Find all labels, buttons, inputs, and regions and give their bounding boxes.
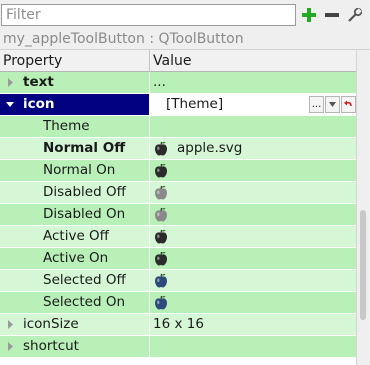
property-row-iconsize[interactable]: iconSize 16 x 16	[0, 314, 356, 336]
property-value-cell[interactable]	[150, 160, 356, 181]
chevron-right-icon[interactable]	[6, 320, 14, 329]
property-value-cell[interactable]: 16 x 16	[150, 314, 356, 335]
property-row-active-off[interactable]: Active Off	[0, 226, 356, 248]
property-value-cell[interactable]: [Theme]...	[150, 94, 356, 115]
scrollbar-thumb[interactable]	[360, 210, 366, 320]
apple-icon	[155, 185, 167, 200]
property-label: Selected On	[43, 294, 125, 310]
dropdown-button[interactable]	[325, 96, 340, 113]
chevron-down-icon[interactable]	[6, 100, 14, 109]
property-value-cell[interactable]	[150, 182, 356, 203]
property-label: Disabled Off	[43, 184, 126, 200]
property-value-cell[interactable]	[150, 336, 356, 357]
apple-icon	[155, 207, 167, 222]
property-label: text	[23, 74, 54, 90]
apple-icon	[155, 229, 167, 244]
apple-icon	[155, 273, 167, 288]
property-name-cell[interactable]: Active Off	[0, 226, 149, 247]
property-label: Active Off	[43, 228, 109, 244]
plus-icon	[302, 8, 316, 22]
property-name-cell[interactable]: shortcut	[0, 336, 149, 357]
property-row-selected-off[interactable]: Selected Off	[0, 270, 356, 292]
property-name-cell[interactable]: iconSize	[0, 314, 149, 335]
property-name-cell[interactable]: Normal On	[0, 160, 149, 181]
property-row-normal-off[interactable]: Normal Off apple.svg	[0, 138, 356, 160]
remove-dynamic-property-button[interactable]	[321, 4, 343, 26]
property-name-cell[interactable]: Theme	[0, 116, 149, 137]
property-name-cell[interactable]: Disabled On	[0, 204, 149, 225]
property-column-header[interactable]: Property	[3, 50, 62, 72]
property-label: Normal On	[43, 162, 116, 178]
configure-button[interactable]	[344, 4, 366, 26]
wrench-icon	[348, 7, 363, 22]
property-label: icon	[23, 96, 55, 112]
object-class-line: my_appleToolButton : QToolButton	[0, 28, 370, 50]
property-label: Active On	[43, 250, 109, 266]
property-value-cell[interactable]: ...	[150, 72, 356, 93]
property-row-disabled-off[interactable]: Disabled Off	[0, 182, 356, 204]
property-name-cell[interactable]: Normal Off	[0, 138, 149, 159]
property-label: Disabled On	[43, 206, 126, 222]
apple-icon	[155, 251, 167, 266]
property-row-disabled-on[interactable]: Disabled On	[0, 204, 356, 226]
property-name-cell[interactable]: Selected Off	[0, 270, 149, 291]
filter-input[interactable]: Filter	[1, 4, 296, 26]
browse-button[interactable]: ...	[309, 96, 324, 113]
property-value: [Theme]	[166, 96, 224, 112]
property-label: iconSize	[23, 316, 79, 332]
property-row-active-on[interactable]: Active On	[0, 248, 356, 270]
property-row-shortcut[interactable]: shortcut	[0, 336, 356, 358]
property-value-cell[interactable]	[150, 248, 356, 269]
property-name-cell[interactable]: text	[0, 72, 149, 93]
property-name-cell[interactable]: Disabled Off	[0, 182, 149, 203]
property-rows: text... icon [Theme]... Theme Normal Off appl…	[0, 72, 356, 358]
apple-icon	[155, 295, 167, 310]
vertical-scrollbar[interactable]	[356, 50, 370, 365]
property-name-cell[interactable]: icon	[0, 94, 149, 115]
header-separator	[149, 50, 150, 72]
tree-header: Property Value	[0, 50, 356, 72]
apple-icon	[155, 141, 167, 156]
reset-arrow-icon	[344, 100, 352, 107]
property-label: Selected Off	[43, 272, 126, 288]
property-label: Theme	[43, 118, 90, 134]
property-value: apple.svg	[177, 140, 243, 156]
property-value-cell[interactable]	[150, 116, 356, 137]
property-name-cell[interactable]: Active On	[0, 248, 149, 269]
chevron-right-icon[interactable]	[6, 78, 14, 87]
property-value-cell[interactable]	[150, 270, 356, 291]
property-value-cell[interactable]	[150, 292, 356, 313]
value-column-header[interactable]: Value	[153, 50, 191, 72]
property-row-normal-on[interactable]: Normal On	[0, 160, 356, 182]
chevron-down-icon	[329, 102, 336, 107]
property-value: 16 x 16	[153, 316, 204, 332]
add-dynamic-property-button[interactable]	[298, 4, 320, 26]
property-row-theme[interactable]: Theme	[0, 116, 356, 138]
property-value: ...	[153, 74, 166, 90]
property-tree[interactable]: Property Value text... icon [Theme]... Them…	[0, 50, 356, 365]
property-value-cell[interactable]	[150, 204, 356, 225]
property-value-cell[interactable]: apple.svg	[150, 138, 356, 159]
minus-icon	[325, 13, 339, 17]
property-row-icon[interactable]: icon [Theme]...	[0, 94, 356, 116]
reset-button[interactable]	[341, 96, 356, 113]
property-row-text[interactable]: text...	[0, 72, 356, 94]
property-row-selected-on[interactable]: Selected On	[0, 292, 356, 314]
property-value-cell[interactable]	[150, 226, 356, 247]
apple-icon	[155, 163, 167, 178]
chevron-right-icon[interactable]	[6, 342, 14, 351]
property-label: shortcut	[23, 338, 79, 354]
property-name-cell[interactable]: Selected On	[0, 292, 149, 313]
property-label: Normal Off	[43, 140, 126, 156]
